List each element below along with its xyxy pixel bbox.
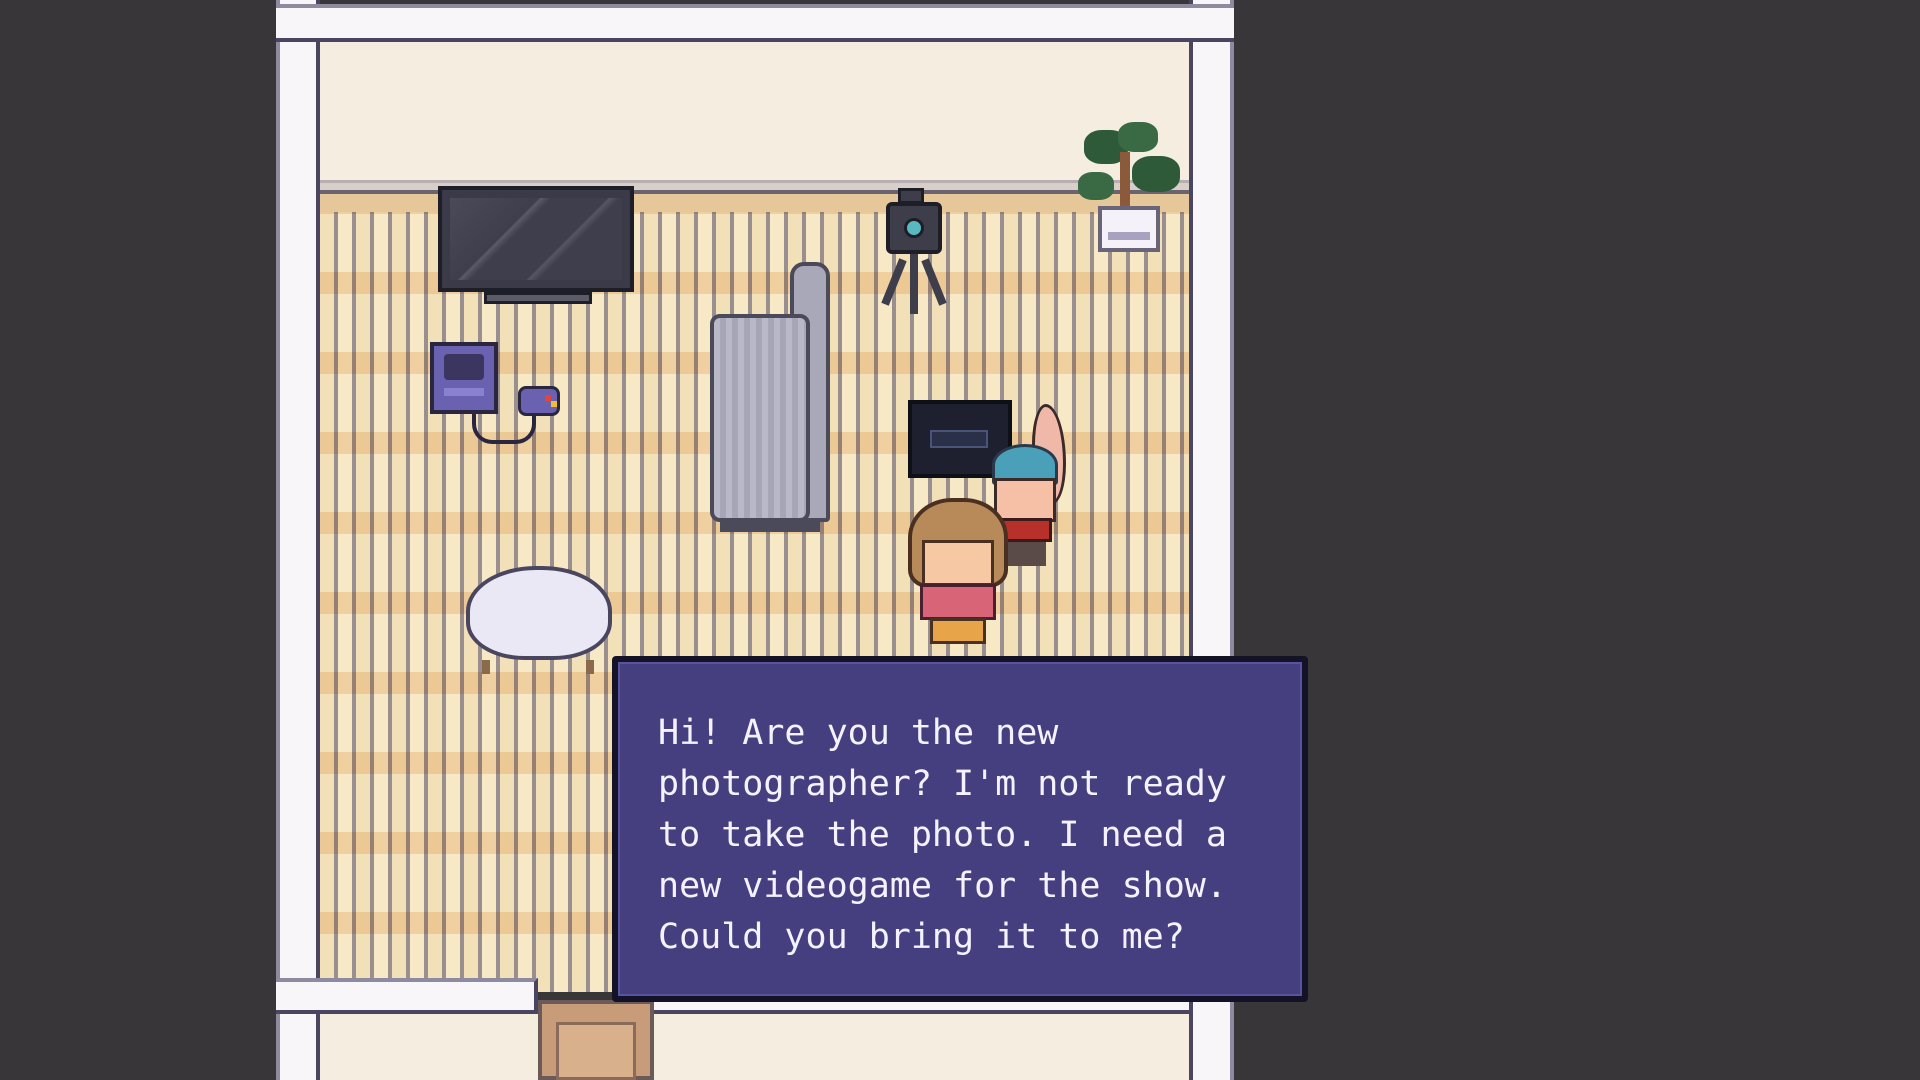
photographer-player[interactable] <box>908 498 1008 646</box>
game-controller[interactable] <box>518 386 560 416</box>
dialog-box[interactable]: Hi! Are you the new photographer? I'm no… <box>612 656 1308 1002</box>
wall-bottom-right <box>654 1002 1189 1014</box>
door[interactable] <box>538 1000 654 1080</box>
camera-tripod[interactable] <box>872 188 962 318</box>
wall-left <box>276 0 320 1080</box>
bonsai-plant <box>1078 122 1188 262</box>
lower-area-right <box>654 1014 1189 1080</box>
television[interactable] <box>438 186 634 292</box>
tv-stand <box>484 292 592 304</box>
dialog-text: Hi! Are you the new photographer? I'm no… <box>658 713 1227 957</box>
console-cable <box>472 414 536 444</box>
back-wall <box>320 42 1189 182</box>
lower-area-left <box>320 1014 538 1080</box>
sofa[interactable] <box>710 262 830 532</box>
wall-bottom-left <box>276 978 538 1014</box>
round-chair[interactable] <box>466 566 612 676</box>
wall-top-trim <box>276 4 1234 42</box>
game-console[interactable] <box>430 342 498 414</box>
